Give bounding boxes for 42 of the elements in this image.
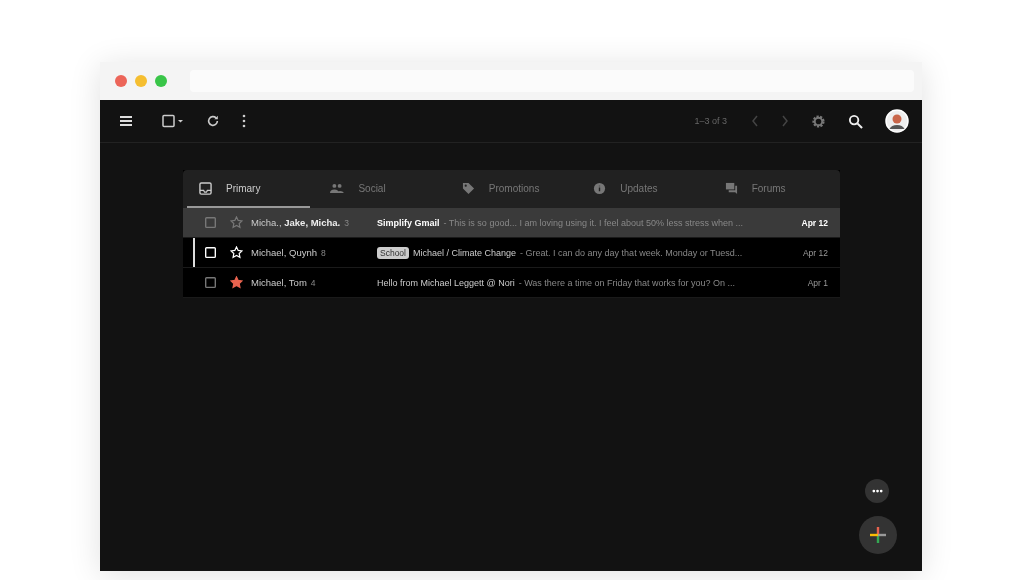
people-icon: [330, 182, 345, 194]
sender-names: Michael, Tom: [251, 277, 307, 288]
email-snippet: - Great. I can do any day that week. Monday or Tuesd...: [520, 247, 743, 258]
avatar[interactable]: [885, 109, 909, 133]
email-snippet: - Was there a time on Friday that works for you? On ...: [518, 277, 735, 288]
email-date: Apr 1: [806, 277, 828, 288]
email-subject: Hello from Michael Leggett @ Nori: [377, 277, 515, 288]
email-date: Apr 12: [801, 247, 828, 258]
category-tab[interactable]: Updates: [581, 170, 705, 208]
settings-icon[interactable]: [811, 113, 826, 129]
tag-icon: [461, 181, 475, 195]
thread-count: 8: [321, 248, 326, 258]
close-button[interactable]: [115, 75, 127, 87]
compose-button[interactable]: [859, 516, 897, 554]
sender-names: Michael, Quynh: [251, 247, 317, 258]
refresh-icon[interactable]: [206, 114, 220, 128]
info-icon: [593, 181, 607, 195]
star-icon[interactable]: [230, 216, 243, 229]
inbox-icon: [199, 181, 212, 195]
checkbox[interactable]: [205, 277, 216, 288]
star-icon[interactable]: [230, 276, 243, 289]
select-checkbox-icon[interactable]: [162, 114, 184, 128]
email-subject: Simplify Gmail: [377, 217, 440, 228]
page-range: 1–3 of 3: [694, 116, 727, 126]
thread-count: 4: [310, 278, 316, 288]
more-options-button[interactable]: [865, 479, 889, 503]
category-tab[interactable]: Social: [318, 170, 442, 208]
menu-icon[interactable]: [118, 113, 134, 129]
label-tag: School: [377, 246, 409, 259]
more-icon: [871, 489, 883, 493]
search-icon[interactable]: [848, 113, 863, 129]
more-icon[interactable]: [242, 114, 246, 128]
sender-names: Micha., Jake, Micha.: [251, 217, 341, 228]
category-tab[interactable]: Promotions: [449, 170, 574, 208]
checkbox[interactable]: [205, 217, 216, 228]
email-date: Apr 12: [800, 217, 828, 228]
email-row[interactable]: Michael, Tom 4 Hello from Michael Leggett @ Nori - Was there a time on Friday that works for you? On ... Apr 1: [183, 268, 840, 298]
email-subject: Michael / Climate Change: [413, 247, 517, 258]
category-tab[interactable]: Forums: [712, 170, 837, 208]
plus-icon: [869, 526, 887, 544]
chat-icon: [724, 181, 738, 195]
thread-count: 3: [344, 218, 349, 228]
